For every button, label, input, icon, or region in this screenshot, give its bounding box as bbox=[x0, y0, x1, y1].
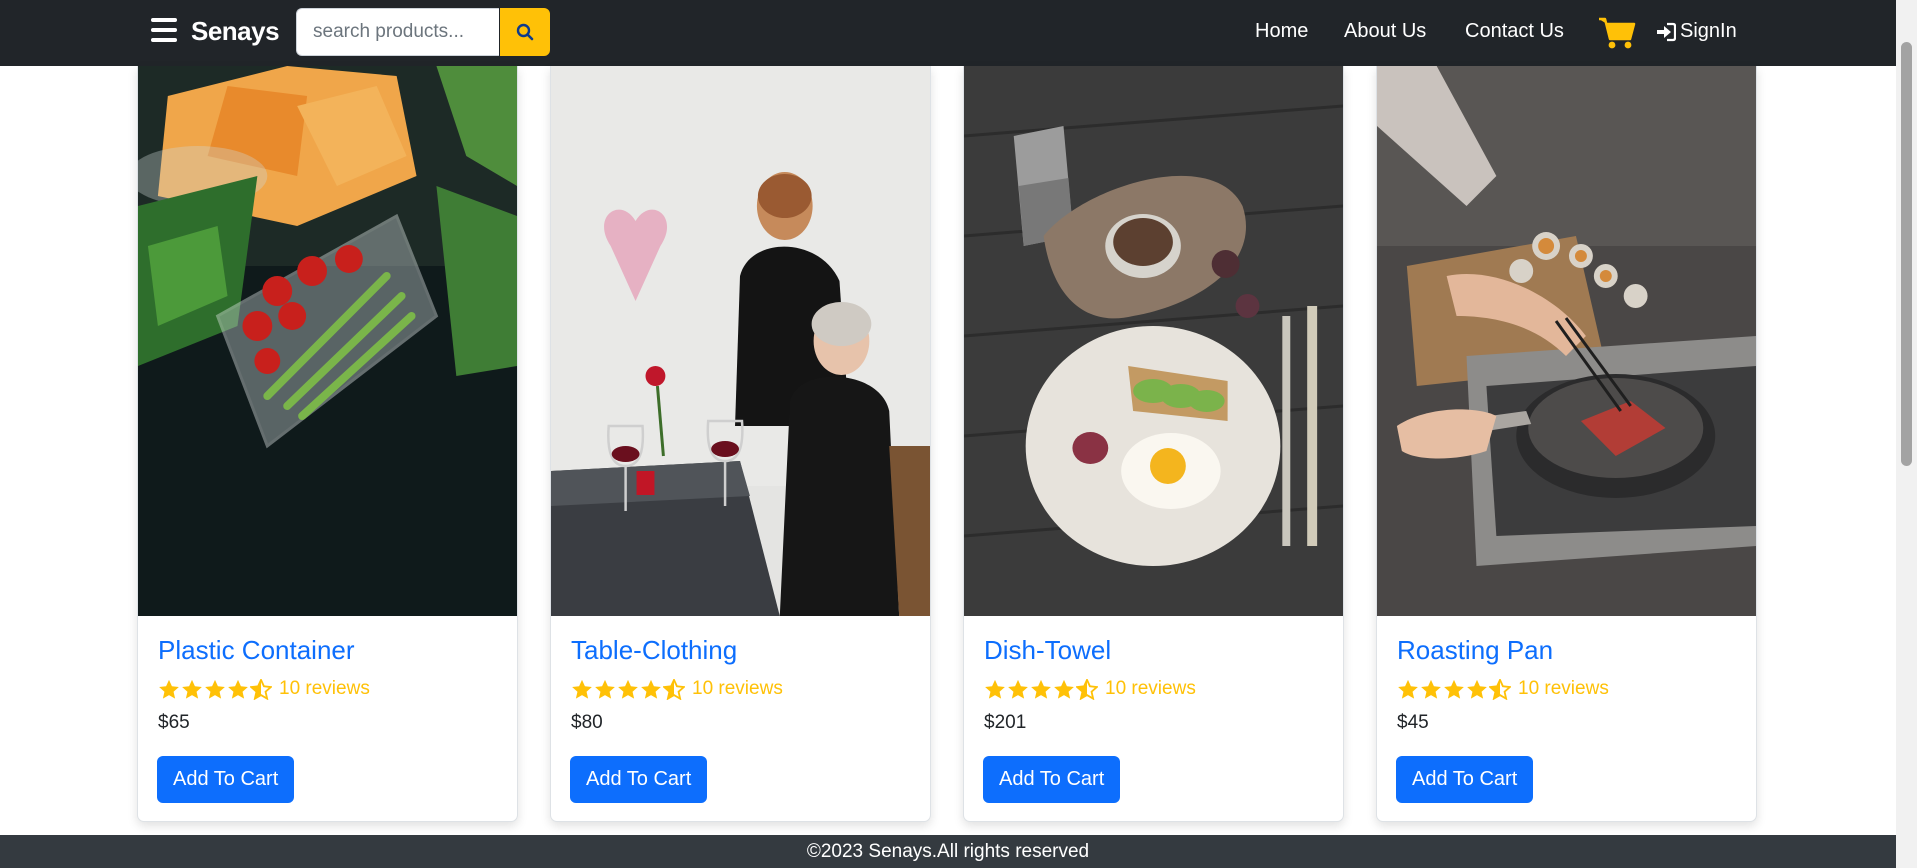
star-half-icon bbox=[1489, 678, 1511, 700]
product-card: Table-Clothing 10 reviews $80 Add To Car… bbox=[550, 66, 931, 822]
review-count[interactable]: 10 reviews bbox=[692, 678, 783, 700]
star-icon bbox=[1398, 679, 1418, 699]
star-half-icon bbox=[250, 678, 272, 700]
product-card: Plastic Container 10 reviews $65 Add To … bbox=[137, 66, 518, 822]
product-image-breakfast-plate[interactable] bbox=[964, 66, 1343, 616]
star-half-icon bbox=[1076, 678, 1098, 700]
star-icon bbox=[641, 679, 661, 699]
scrollbar-thumb[interactable] bbox=[1901, 42, 1912, 466]
product-card: Roasting Pan 10 reviews $45 Add To Cart bbox=[1376, 66, 1757, 822]
nav-link-contact-us[interactable]: Contact Us bbox=[1465, 20, 1564, 43]
search-input[interactable] bbox=[296, 8, 499, 56]
star-icon bbox=[1054, 679, 1074, 699]
product-rating: 10 reviews bbox=[1397, 678, 1609, 700]
product-title[interactable]: Dish-Towel bbox=[984, 635, 1111, 666]
product-rating: 10 reviews bbox=[158, 678, 370, 700]
add-to-cart-button[interactable]: Add To Cart bbox=[983, 756, 1121, 803]
footer: ©2023 Senays.All rights reserved bbox=[0, 835, 1896, 868]
star-icon bbox=[1467, 679, 1487, 699]
add-to-cart-button[interactable]: Add To Cart bbox=[157, 756, 295, 803]
review-count[interactable]: 10 reviews bbox=[1105, 678, 1196, 700]
product-title[interactable]: Table-Clothing bbox=[571, 635, 737, 666]
star-icon bbox=[618, 679, 638, 699]
star-icon bbox=[205, 679, 225, 699]
navbar: Senays Home About Us Contact Us SignIn bbox=[0, 0, 1896, 66]
add-to-cart-button[interactable]: Add To Cart bbox=[570, 756, 708, 803]
star-icon bbox=[182, 679, 202, 699]
product-card: Dish-Towel 10 reviews $201 Add To Cart bbox=[963, 66, 1344, 822]
product-rating: 10 reviews bbox=[984, 678, 1196, 700]
signin-link[interactable]: SignIn bbox=[1656, 20, 1737, 43]
star-icon bbox=[1421, 679, 1441, 699]
review-count[interactable]: 10 reviews bbox=[1518, 678, 1609, 700]
product-image-food-containers[interactable] bbox=[138, 66, 517, 616]
shopping-cart-icon[interactable] bbox=[1598, 15, 1636, 51]
nav-link-about-us[interactable]: About Us bbox=[1344, 20, 1426, 43]
product-price: $201 bbox=[984, 712, 1027, 733]
brand-logo[interactable]: Senays bbox=[191, 16, 280, 47]
hamburger-menu-icon[interactable] bbox=[151, 18, 177, 42]
page-scrollbar[interactable] bbox=[1896, 0, 1917, 868]
search-icon bbox=[516, 23, 534, 41]
product-price: $65 bbox=[158, 712, 190, 733]
sign-in-icon bbox=[1657, 22, 1676, 41]
footer-copyright: ©2023 Senays.All rights reserved bbox=[806, 841, 1090, 862]
star-icon bbox=[985, 679, 1005, 699]
product-title[interactable]: Plastic Container bbox=[158, 635, 355, 666]
search-button[interactable] bbox=[500, 8, 550, 56]
star-icon bbox=[595, 679, 615, 699]
add-to-cart-button[interactable]: Add To Cart bbox=[1396, 756, 1534, 803]
star-icon bbox=[159, 679, 179, 699]
review-count[interactable]: 10 reviews bbox=[279, 678, 370, 700]
star-icon bbox=[228, 679, 248, 699]
signin-label: SignIn bbox=[1680, 20, 1737, 42]
product-image-dinner-table[interactable] bbox=[551, 66, 930, 616]
product-image-cooking-steak[interactable] bbox=[1377, 66, 1756, 616]
nav-link-home[interactable]: Home bbox=[1255, 20, 1308, 43]
star-half-icon bbox=[663, 678, 685, 700]
product-rating: 10 reviews bbox=[571, 678, 783, 700]
star-icon bbox=[1008, 679, 1028, 699]
product-price: $45 bbox=[1397, 712, 1429, 733]
product-price: $80 bbox=[571, 712, 603, 733]
star-icon bbox=[572, 679, 592, 699]
star-icon bbox=[1031, 679, 1051, 699]
product-title[interactable]: Roasting Pan bbox=[1397, 635, 1553, 666]
star-icon bbox=[1444, 679, 1464, 699]
